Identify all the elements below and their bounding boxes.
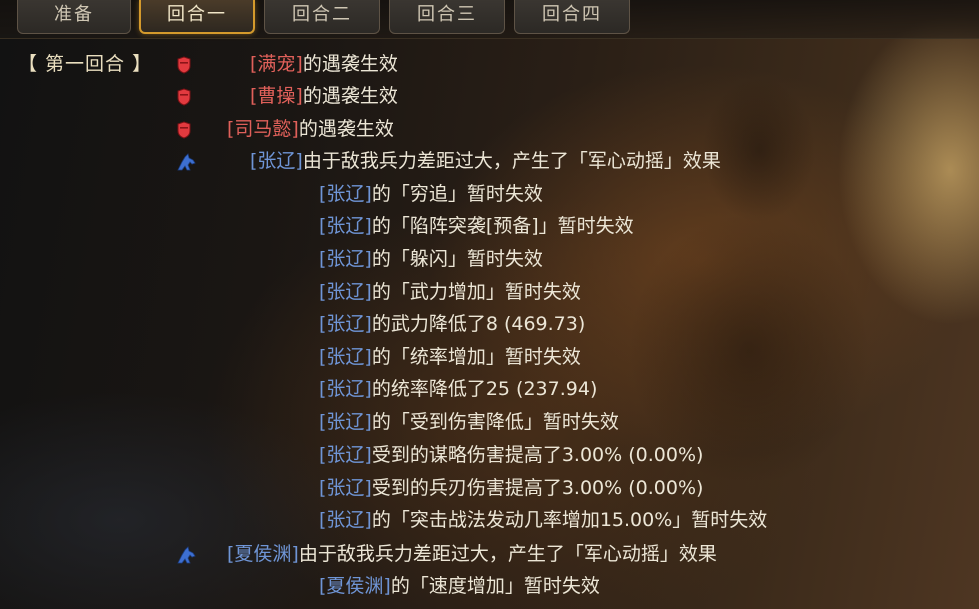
red-shield-icon (177, 121, 191, 139)
round-label: 【 第一回合 】 (18, 53, 153, 75)
log-row: [司马懿]的遇袭生效 (227, 114, 394, 144)
general-name[interactable]: [张辽] (250, 150, 303, 172)
tab-round-one[interactable]: 回合一 (139, 0, 255, 34)
general-name[interactable]: [张辽] (319, 183, 372, 205)
log-text: 的武力降低了8 (469.73) (371, 313, 586, 335)
general-name[interactable]: [夏侯渊] (227, 543, 299, 565)
general-name[interactable]: [张辽] (319, 411, 372, 433)
general-name[interactable]: [张辽] (319, 509, 372, 531)
log-text: 的遇袭生效 (302, 53, 398, 75)
tab-round-two[interactable]: 回合二 (264, 0, 380, 34)
log-text: 受到的谋略伤害提高了3.00% (0.00%) (371, 444, 704, 466)
log-text: 由于敌我兵力差距过大，产生了「军心动摇」效果 (302, 150, 721, 172)
log-row: [张辽]的「躲闪」暂时失效 (319, 244, 543, 274)
log-row: [张辽]的「武力增加」暂时失效 (319, 277, 581, 307)
log-text: 的「速度增加」暂时失效 (390, 575, 600, 597)
general-name[interactable]: [司马懿] (227, 118, 299, 140)
log-row: [张辽]的统率降低了25 (237.94) (319, 374, 597, 404)
log-text: 的「受到伤害降低」暂时失效 (371, 411, 619, 433)
tab-prepare[interactable]: 准备 (17, 0, 131, 34)
log-row: [张辽]受到的兵刃伤害提高了3.00% (0.00%) (319, 473, 703, 503)
general-name[interactable]: [张辽] (319, 346, 372, 368)
blue-horse-icon (177, 546, 196, 564)
log-text: 的统率降低了25 (237.94) (371, 378, 598, 400)
log-text: 受到的兵刃伤害提高了3.00% (0.00%) (371, 477, 704, 499)
log-row: [夏侯渊]由于敌我兵力差距过大，产生了「军心动摇」效果 (227, 539, 717, 569)
general-name[interactable]: [张辽] (319, 215, 372, 237)
log-text: 的「武力增加」暂时失效 (371, 281, 581, 303)
general-name[interactable]: [张辽] (319, 378, 372, 400)
round-tab-bar: 准备 回合一 回合二 回合三 回合四 (0, 0, 979, 39)
log-row: [张辽]的「陷阵突袭[预备]」暂时失效 (319, 211, 634, 241)
log-text: 的「突击战法发动几率增加15.00%」暂时失效 (371, 509, 768, 531)
general-name[interactable]: [张辽] (319, 281, 372, 303)
log-row: [夏侯渊]的「速度增加」暂时失效 (319, 571, 600, 601)
log-row: [张辽]由于敌我兵力差距过大，产生了「军心动摇」效果 (250, 146, 721, 176)
log-text: 的「陷阵突袭[预备]」暂时失效 (371, 215, 634, 237)
tab-round-four[interactable]: 回合四 (514, 0, 630, 34)
log-text: 的遇袭生效 (298, 118, 394, 140)
general-name[interactable]: [满宠] (250, 53, 303, 75)
blue-horse-icon (177, 153, 196, 171)
log-row: [曹操]的遇袭生效 (250, 81, 398, 111)
log-text: 的「统率增加」暂时失效 (371, 346, 581, 368)
general-name[interactable]: [夏侯渊] (319, 575, 391, 597)
log-row: [张辽]的武力降低了8 (469.73) (319, 309, 585, 339)
background-art (579, 60, 939, 480)
general-name[interactable]: [张辽] (319, 248, 372, 270)
log-text: 的「穷追」暂时失效 (371, 183, 543, 205)
log-text: 由于敌我兵力差距过大，产生了「军心动摇」效果 (298, 543, 717, 565)
log-row: [满宠]的遇袭生效 (250, 49, 398, 79)
tab-round-three[interactable]: 回合三 (389, 0, 505, 34)
red-shield-icon (177, 56, 191, 74)
log-row: [张辽]的「受到伤害降低」暂时失效 (319, 407, 619, 437)
general-name[interactable]: [曹操] (250, 85, 303, 107)
log-text: 的遇袭生效 (302, 85, 398, 107)
red-shield-icon (177, 88, 191, 106)
log-row: [张辽]的「突击战法发动几率增加15.00%」暂时失效 (319, 505, 767, 535)
log-row: [张辽]的「穷追」暂时失效 (319, 179, 543, 209)
general-name[interactable]: [张辽] (319, 477, 372, 499)
log-row: [张辽]的「统率增加」暂时失效 (319, 342, 581, 372)
log-text: 的「躲闪」暂时失效 (371, 248, 543, 270)
log-row: [张辽]受到的谋略伤害提高了3.00% (0.00%) (319, 440, 703, 470)
general-name[interactable]: [张辽] (319, 313, 372, 335)
general-name[interactable]: [张辽] (319, 444, 372, 466)
